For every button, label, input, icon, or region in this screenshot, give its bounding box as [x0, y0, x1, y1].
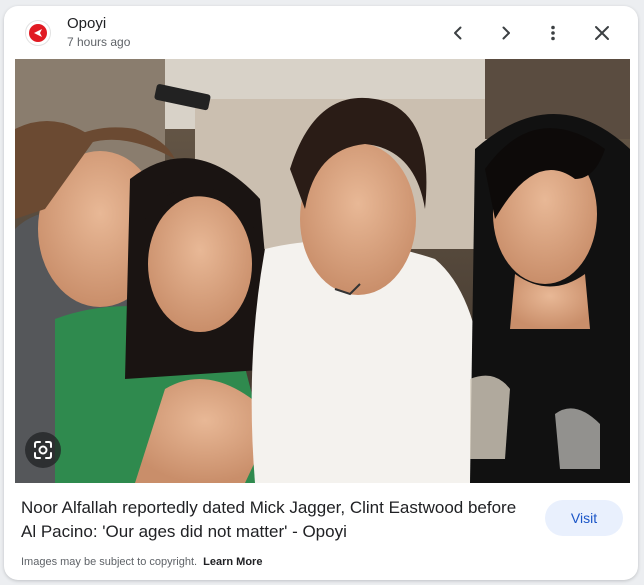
chevron-right-icon [502, 26, 510, 40]
google-lens-icon [34, 441, 52, 459]
copyright-notice: Images may be subject to copyright. Lear… [21, 556, 262, 568]
preview-header: Opoyi 7 hours ago [4, 6, 638, 60]
more-vert-icon [551, 25, 555, 41]
previous-button[interactable] [442, 17, 474, 49]
preview-image-graphic [15, 59, 630, 483]
close-button[interactable] [586, 17, 618, 49]
timestamp: 7 hours ago [67, 35, 131, 49]
source-name[interactable]: Opoyi [67, 15, 106, 32]
next-button[interactable] [490, 17, 522, 49]
visit-button[interactable]: Visit [545, 500, 623, 536]
copyright-text: Images may be subject to copyright. [21, 556, 198, 568]
preview-image[interactable] [15, 59, 630, 483]
opoyi-logo-icon[interactable] [25, 20, 51, 46]
image-title[interactable]: Noor Alfallah reportedly dated Mick Jagg… [21, 496, 521, 544]
lens-search-button[interactable] [25, 432, 61, 468]
image-preview-panel: Opoyi 7 hours ago Noor Alfallah reported… [4, 6, 638, 580]
more-options-button[interactable] [537, 17, 569, 49]
close-icon [595, 26, 609, 40]
chevron-left-icon [454, 26, 462, 40]
learn-more-link[interactable]: Learn More [203, 556, 262, 568]
